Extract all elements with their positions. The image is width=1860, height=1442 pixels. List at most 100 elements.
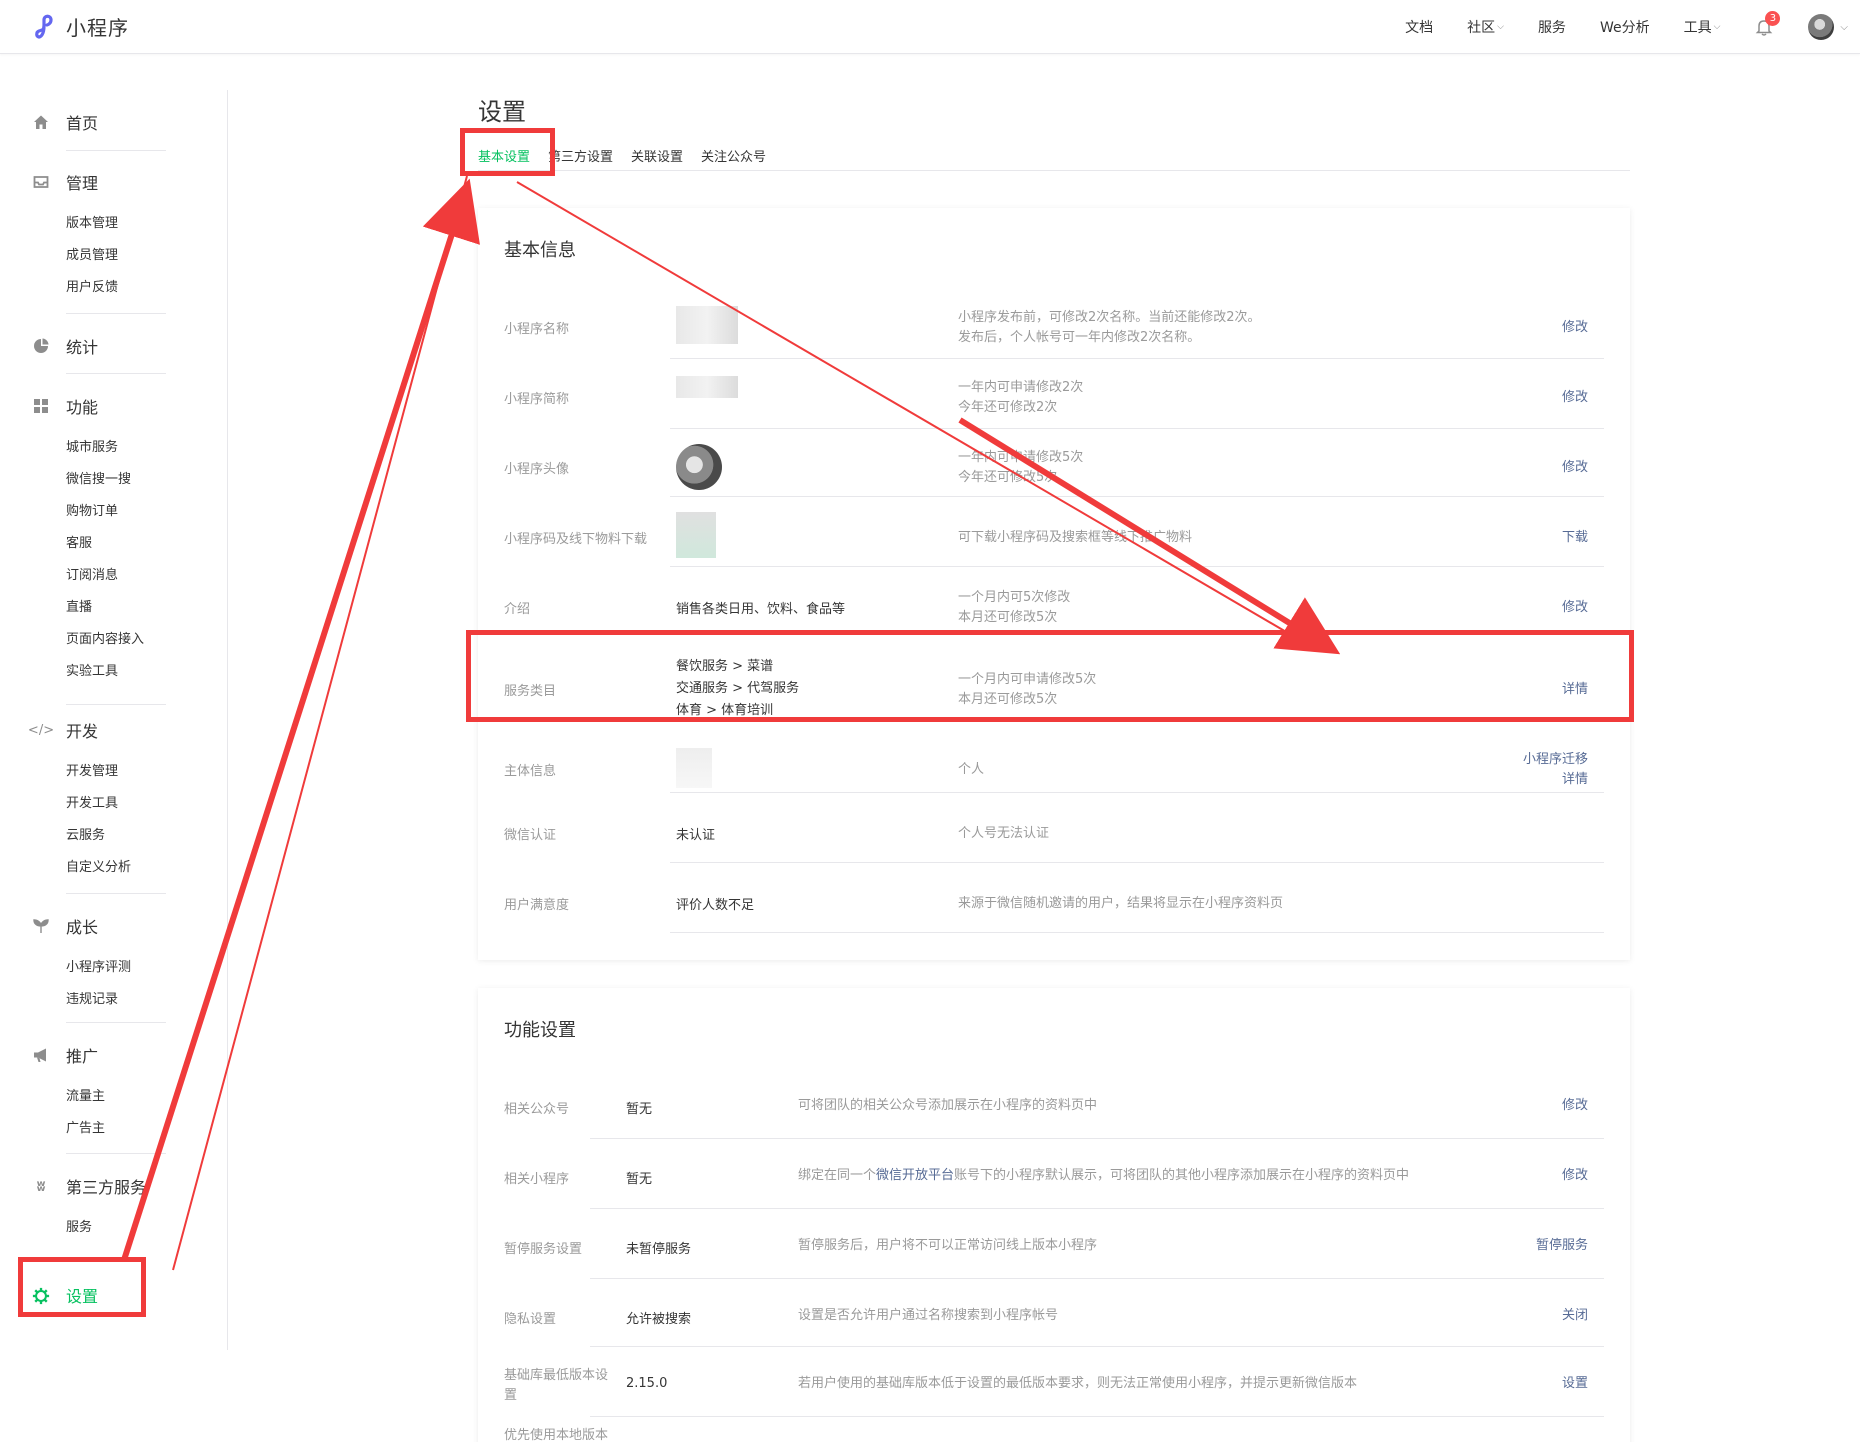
sidebar-item-stats: 统计 (66, 338, 99, 357)
func-row-related-miniprogram: 相关小程序 暂无 绑定在同一个微信开放平台账号下的小程序默认展示，可将团队的其他… (504, 1166, 1588, 1187)
sidebar-item-third-party[interactable]: ʬ 第三方服务 (32, 1174, 166, 1198)
sidebar-item-home: 首页 (66, 114, 99, 133)
sidebar-item-page-content[interactable]: 页面内容接入 (32, 624, 166, 656)
sidebar-item-city-service[interactable]: 城市服务 (32, 432, 166, 464)
sidebar-group-growth: 成长 小程序评测 违规记录 (32, 914, 166, 1016)
sidebar-item-manage[interactable]: 管理 (32, 170, 166, 194)
divider (66, 1153, 166, 1154)
divider (590, 1416, 1604, 1417)
notification-bell[interactable]: 3 (1754, 11, 1781, 37)
sidebar-item-dev-manage[interactable]: 开发管理 (32, 756, 166, 788)
info-row-verification: 微信认证 未认证 个人号无法认证 (504, 826, 1050, 843)
annotation-box-settings (18, 1257, 146, 1317)
edit-short-name-link[interactable]: 修改 (1562, 388, 1588, 408)
function-settings-title: 功能设置 (504, 1020, 576, 1041)
tab-third-party-settings[interactable]: 第三方设置 (548, 146, 613, 165)
sidebar-item-dev-tools[interactable]: 开发工具 (32, 788, 166, 820)
logo[interactable]: 小程序 (34, 12, 129, 41)
sidebar-group-features: 功能 城市服务 微信搜一搜 购物订单 客服 订阅消息 直播 页面内容接入 实验工… (32, 394, 166, 688)
migrate-miniprogram-link[interactable]: 小程序迁移 (1523, 750, 1588, 770)
blurred-qrcode (676, 512, 716, 558)
function-settings-card: 功能设置 相关公众号 暂无 可将团队的相关公众号添加展示在小程序的资料页中 修改… (478, 988, 1630, 1442)
close-search-link[interactable]: 关闭 (1562, 1306, 1588, 1326)
sidebar-item-violations[interactable]: 违规记录 (32, 984, 166, 1016)
edit-intro-link[interactable]: 修改 (1562, 598, 1588, 618)
miniprogram-logo-icon (35, 14, 53, 39)
divider (590, 1208, 1604, 1209)
page-title: 设置 (478, 98, 526, 126)
pause-service-link[interactable]: 暂停服务 (1536, 1236, 1588, 1256)
sidebar-item-lab-tools[interactable]: 实验工具 (32, 656, 166, 688)
sidebar-item-promotion[interactable]: 推广 (32, 1043, 166, 1067)
sidebar-group-home[interactable]: 首页 (32, 110, 166, 134)
nav-we-analytics[interactable]: We分析 (1600, 17, 1650, 37)
brand-name: 小程序 (66, 16, 129, 40)
chevron-down-icon[interactable]: ⌵ (1840, 22, 1848, 33)
user-avatar[interactable] (1808, 14, 1835, 40)
sprout-icon (32, 917, 50, 935)
sidebar-item-member-manage[interactable]: 成员管理 (32, 240, 166, 272)
divider (670, 566, 1604, 567)
blurred-name (676, 306, 738, 344)
sidebar-item-version-manage[interactable]: 版本管理 (32, 208, 166, 240)
nav-community[interactable]: 社区 ⌵ (1467, 17, 1504, 37)
nav-tools[interactable]: 工具 ⌵ (1684, 17, 1721, 37)
annotation-box-basic-tab (460, 128, 555, 176)
divider (66, 1022, 166, 1023)
sidebar-group-promotion: 推广 流量主 广告主 (32, 1043, 166, 1145)
nav-services[interactable]: 服务 (1538, 17, 1566, 37)
nav-docs[interactable]: 文档 (1405, 17, 1433, 37)
open-platform-link[interactable]: 微信开放平台 (876, 1168, 954, 1183)
divider (670, 428, 1604, 429)
sidebar-group-manage: 管理 版本管理 成员管理 用户反馈 (32, 170, 166, 304)
sidebar-item-third-party-service[interactable]: 服务 (32, 1212, 166, 1244)
divider (670, 792, 1604, 793)
func-row-related-account: 相关公众号 暂无 可将团队的相关公众号添加展示在小程序的资料页中 修改 (504, 1096, 1588, 1117)
sidebar-item-publisher[interactable]: 流量主 (32, 1081, 166, 1113)
top-bar: 小程序 文档 社区 ⌵ 服务 We分析 工具 ⌵ 3 ⌵ (0, 0, 1860, 54)
third-party-icon: ʬ (36, 1177, 46, 1195)
sidebar-item-dev[interactable]: </> 开发 (28, 718, 166, 742)
edit-avatar-link[interactable]: 修改 (1562, 458, 1588, 478)
divider (590, 1346, 1604, 1347)
edit-name-link[interactable]: 修改 (1562, 318, 1588, 338)
divider (590, 1138, 1604, 1139)
tab-related-settings[interactable]: 关联设置 (631, 146, 683, 165)
sidebar-item-evaluation[interactable]: 小程序评测 (32, 952, 166, 984)
divider (66, 313, 166, 314)
edit-related-account-link[interactable]: 修改 (1562, 1096, 1588, 1116)
entity-details-link[interactable]: 详情 (1523, 770, 1588, 790)
basic-info-title: 基本信息 (504, 240, 576, 261)
home-icon (32, 113, 50, 131)
divider (670, 932, 1604, 933)
download-link[interactable]: 下载 (1562, 528, 1588, 548)
grid-icon (32, 397, 50, 415)
sidebar-item-features[interactable]: 功能 (32, 394, 166, 418)
sidebar-item-subscribe-msg[interactable]: 订阅消息 (32, 560, 166, 592)
info-row-qrcode: 小程序码及线下物料下载 可下载小程序码及搜索框等线下推广物料 下载 (504, 504, 1604, 574)
sidebar-item-growth[interactable]: 成长 (32, 914, 166, 938)
func-row-privacy: 隐私设置 允许被搜索 设置是否允许用户通过名称搜索到小程序帐号 关闭 (504, 1306, 1588, 1327)
pie-chart-icon (32, 337, 50, 355)
sidebar-item-customer-service[interactable]: 客服 (32, 528, 166, 560)
blurred-entity (676, 748, 712, 788)
sidebar-group-third-party: ʬ 第三方服务 服务 (32, 1174, 166, 1244)
sidebar-item-shopping-orders[interactable]: 购物订单 (32, 496, 166, 528)
edit-related-miniprogram-link[interactable]: 修改 (1562, 1166, 1588, 1186)
sidebar-item-cloud[interactable]: 云服务 (32, 820, 166, 852)
info-row-entity: 主体信息 个人 小程序迁移 详情 (504, 736, 1604, 806)
info-row-name: 小程序名称 小程序发布前，可修改2次名称。当前还能修改2次。 发布后，个人帐号可一… (504, 294, 1604, 364)
divider (590, 1278, 1604, 1279)
sidebar-item-advertiser[interactable]: 广告主 (32, 1113, 166, 1145)
info-row-satisfaction: 用户满意度 评价人数不足 来源于微信随机邀请的用户，结果将显示在小程序资料页 (504, 896, 1284, 913)
sidebar-item-live[interactable]: 直播 (32, 592, 166, 624)
sidebar-item-wechat-search[interactable]: 微信搜一搜 (32, 464, 166, 496)
set-base-library-link[interactable]: 设置 (1562, 1374, 1588, 1394)
tab-follow-account[interactable]: 关注公众号 (701, 146, 766, 165)
sidebar-item-user-feedback[interactable]: 用户反馈 (32, 272, 166, 304)
blurred-short-name (676, 376, 738, 398)
sidebar-item-custom-analysis[interactable]: 自定义分析 (32, 852, 166, 884)
row-label: 小程序名称 (504, 322, 570, 337)
inbox-icon (32, 173, 50, 191)
sidebar-group-stats[interactable]: 统计 (32, 334, 166, 358)
